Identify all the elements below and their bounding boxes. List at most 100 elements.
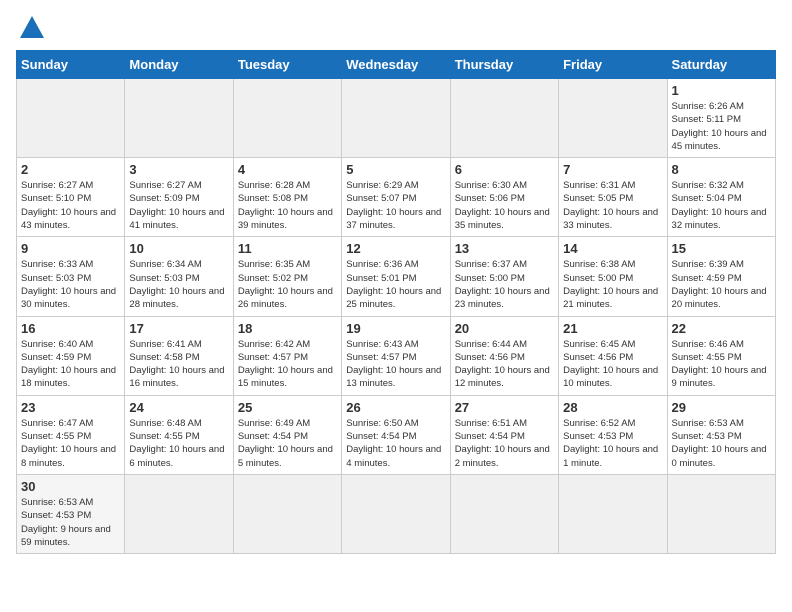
day-number: 2 <box>21 162 120 177</box>
day-info: Sunrise: 6:29 AM Sunset: 5:07 PM Dayligh… <box>346 179 445 232</box>
day-info: Sunrise: 6:45 AM Sunset: 4:56 PM Dayligh… <box>563 338 662 391</box>
calendar-cell <box>450 79 558 158</box>
day-number: 14 <box>563 241 662 256</box>
day-info: Sunrise: 6:31 AM Sunset: 5:05 PM Dayligh… <box>563 179 662 232</box>
calendar-cell: 22Sunrise: 6:46 AM Sunset: 4:55 PM Dayli… <box>667 316 775 395</box>
calendar-cell <box>450 474 558 553</box>
day-info: Sunrise: 6:43 AM Sunset: 4:57 PM Dayligh… <box>346 338 445 391</box>
day-info: Sunrise: 6:42 AM Sunset: 4:57 PM Dayligh… <box>238 338 337 391</box>
calendar-cell: 20 Sunrise: 6:44 AM Sunset: 4:56 PM Dayli… <box>450 316 558 395</box>
day-info: Sunrise: 6:36 AM Sunset: 5:01 PM Dayligh… <box>346 258 445 311</box>
day-info: Sunrise: 6:41 AM Sunset: 4:58 PM Dayligh… <box>129 338 228 391</box>
day-info: Sunrise: 6:28 AM Sunset: 5:08 PM Dayligh… <box>238 179 337 232</box>
day-number: 4 <box>238 162 337 177</box>
calendar-cell <box>342 79 450 158</box>
calendar-cell: 25Sunrise: 6:49 AM Sunset: 4:54 PM Dayli… <box>233 395 341 474</box>
calendar-header-saturday: Saturday <box>667 51 775 79</box>
calendar-week-row: 30Sunrise: 6:53 AM Sunset: 4:53 PM Dayli… <box>17 474 776 553</box>
calendar-cell: 28 Sunrise: 6:52 AM Sunset: 4:53 PM Dayli… <box>559 395 667 474</box>
calendar-week-row: 1 Sunrise: 6:26 AM Sunset: 5:11 PM Daylig… <box>17 79 776 158</box>
day-number: 21 <box>563 321 662 336</box>
calendar-header-row: SundayMondayTuesdayWednesdayThursdayFrid… <box>17 51 776 79</box>
day-info: Sunrise: 6:53 AM Sunset: 4:53 PM Dayligh… <box>672 417 771 470</box>
day-number: 26 <box>346 400 445 415</box>
day-info: Sunrise: 6:27 AM Sunset: 5:10 PM Dayligh… <box>21 179 120 232</box>
logo <box>16 16 62 38</box>
day-info: Sunrise: 6:32 AM Sunset: 5:04 PM Dayligh… <box>672 179 771 232</box>
day-number: 10 <box>129 241 228 256</box>
day-info: Sunrise: 6:40 AM Sunset: 4:59 PM Dayligh… <box>21 338 120 391</box>
day-number: 12 <box>346 241 445 256</box>
calendar-cell <box>125 79 233 158</box>
day-number: 18 <box>238 321 337 336</box>
calendar: SundayMondayTuesdayWednesdayThursdayFrid… <box>16 50 776 554</box>
calendar-cell: 2 Sunrise: 6:27 AM Sunset: 5:10 PM Daylig… <box>17 158 125 237</box>
calendar-week-row: 23 Sunrise: 6:47 AM Sunset: 4:55 PM Dayli… <box>17 395 776 474</box>
day-number: 22 <box>672 321 771 336</box>
calendar-cell: 21 Sunrise: 6:45 AM Sunset: 4:56 PM Dayli… <box>559 316 667 395</box>
calendar-cell: 18 Sunrise: 6:42 AM Sunset: 4:57 PM Dayli… <box>233 316 341 395</box>
day-number: 13 <box>455 241 554 256</box>
calendar-cell: 10 Sunrise: 6:34 AM Sunset: 5:03 PM Dayli… <box>125 237 233 316</box>
calendar-cell: 11Sunrise: 6:35 AM Sunset: 5:02 PM Dayli… <box>233 237 341 316</box>
day-number: 19 <box>346 321 445 336</box>
calendar-header-sunday: Sunday <box>17 51 125 79</box>
calendar-cell: 27Sunrise: 6:51 AM Sunset: 4:54 PM Dayli… <box>450 395 558 474</box>
day-info: Sunrise: 6:30 AM Sunset: 5:06 PM Dayligh… <box>455 179 554 232</box>
calendar-header-thursday: Thursday <box>450 51 558 79</box>
calendar-cell <box>667 474 775 553</box>
day-number: 9 <box>21 241 120 256</box>
calendar-cell <box>233 79 341 158</box>
day-number: 8 <box>672 162 771 177</box>
calendar-cell <box>559 79 667 158</box>
day-info: Sunrise: 6:48 AM Sunset: 4:55 PM Dayligh… <box>129 417 228 470</box>
day-number: 17 <box>129 321 228 336</box>
day-number: 1 <box>672 83 771 98</box>
day-number: 27 <box>455 400 554 415</box>
day-info: Sunrise: 6:44 AM Sunset: 4:56 PM Dayligh… <box>455 338 554 391</box>
day-number: 7 <box>563 162 662 177</box>
calendar-cell: 19 Sunrise: 6:43 AM Sunset: 4:57 PM Dayli… <box>342 316 450 395</box>
page-header <box>16 16 776 38</box>
day-number: 5 <box>346 162 445 177</box>
calendar-cell: 12 Sunrise: 6:36 AM Sunset: 5:01 PM Dayli… <box>342 237 450 316</box>
day-info: Sunrise: 6:39 AM Sunset: 4:59 PM Dayligh… <box>672 258 771 311</box>
day-info: Sunrise: 6:33 AM Sunset: 5:03 PM Dayligh… <box>21 258 120 311</box>
calendar-cell: 16 Sunrise: 6:40 AM Sunset: 4:59 PM Dayli… <box>17 316 125 395</box>
day-info: Sunrise: 6:52 AM Sunset: 4:53 PM Dayligh… <box>563 417 662 470</box>
calendar-cell <box>233 474 341 553</box>
day-number: 20 <box>455 321 554 336</box>
calendar-cell: 29 Sunrise: 6:53 AM Sunset: 4:53 PM Dayli… <box>667 395 775 474</box>
calendar-cell: 3Sunrise: 6:27 AM Sunset: 5:09 PM Daylig… <box>125 158 233 237</box>
calendar-header-friday: Friday <box>559 51 667 79</box>
day-info: Sunrise: 6:38 AM Sunset: 5:00 PM Dayligh… <box>563 258 662 311</box>
day-number: 30 <box>21 479 120 494</box>
calendar-cell: 6 Sunrise: 6:30 AM Sunset: 5:06 PM Daylig… <box>450 158 558 237</box>
day-number: 23 <box>21 400 120 415</box>
day-number: 16 <box>21 321 120 336</box>
calendar-cell: 24Sunrise: 6:48 AM Sunset: 4:55 PM Dayli… <box>125 395 233 474</box>
calendar-cell: 14 Sunrise: 6:38 AM Sunset: 5:00 PM Dayli… <box>559 237 667 316</box>
calendar-cell <box>17 79 125 158</box>
calendar-cell: 13 Sunrise: 6:37 AM Sunset: 5:00 PM Dayli… <box>450 237 558 316</box>
calendar-cell: 1 Sunrise: 6:26 AM Sunset: 5:11 PM Daylig… <box>667 79 775 158</box>
day-info: Sunrise: 6:34 AM Sunset: 5:03 PM Dayligh… <box>129 258 228 311</box>
day-number: 6 <box>455 162 554 177</box>
day-info: Sunrise: 6:47 AM Sunset: 4:55 PM Dayligh… <box>21 417 120 470</box>
calendar-header-monday: Monday <box>125 51 233 79</box>
calendar-cell: 8 Sunrise: 6:32 AM Sunset: 5:04 PM Daylig… <box>667 158 775 237</box>
day-number: 11 <box>238 241 337 256</box>
calendar-cell: 30Sunrise: 6:53 AM Sunset: 4:53 PM Dayli… <box>17 474 125 553</box>
day-info: Sunrise: 6:26 AM Sunset: 5:11 PM Dayligh… <box>672 100 771 153</box>
day-info: Sunrise: 6:49 AM Sunset: 4:54 PM Dayligh… <box>238 417 337 470</box>
day-number: 29 <box>672 400 771 415</box>
day-info: Sunrise: 6:50 AM Sunset: 4:54 PM Dayligh… <box>346 417 445 470</box>
day-number: 28 <box>563 400 662 415</box>
day-info: Sunrise: 6:37 AM Sunset: 5:00 PM Dayligh… <box>455 258 554 311</box>
day-info: Sunrise: 6:27 AM Sunset: 5:09 PM Dayligh… <box>129 179 228 232</box>
calendar-cell <box>125 474 233 553</box>
calendar-header-tuesday: Tuesday <box>233 51 341 79</box>
calendar-header-wednesday: Wednesday <box>342 51 450 79</box>
calendar-cell: 5 Sunrise: 6:29 AM Sunset: 5:07 PM Daylig… <box>342 158 450 237</box>
calendar-week-row: 16 Sunrise: 6:40 AM Sunset: 4:59 PM Dayli… <box>17 316 776 395</box>
